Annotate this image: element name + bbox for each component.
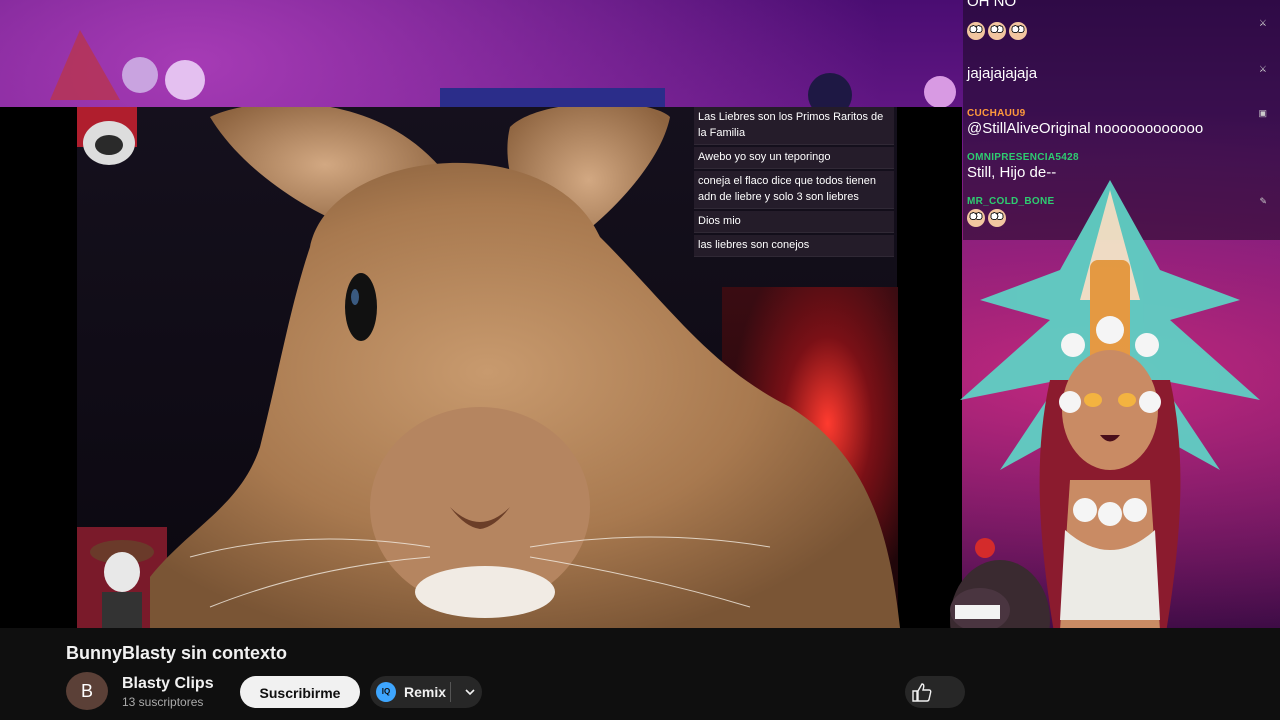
thumbs-up-icon [912,683,932,702]
remix-label: Remix [404,684,447,700]
channel-name[interactable]: Blasty Clips [122,675,214,693]
video-chat-message: las liebres son conejos [694,235,894,257]
mascot-top-left [77,107,137,165]
like-button[interactable] [905,676,965,708]
moderator-badge-icon: ⚔ [1258,64,1267,74]
chat-message: jajajajajaja ⚔ [967,64,1267,82]
channel-avatar[interactable]: B [66,672,108,710]
moderator-badge-icon: ⚔ [1258,18,1267,28]
emote-icon [988,22,1006,40]
emote-icon [1009,22,1027,40]
subscriber-count: 13 suscriptores [122,695,204,709]
subscribe-button[interactable]: Suscribirme [240,676,360,708]
remix-divider [450,682,451,702]
video-chat-message: Dios mio [694,211,894,233]
chat-message-cut: OH NO [967,0,1017,10]
sub-badge-icon: ▣ [1258,108,1267,118]
video-chat-message: coneja el flaco dice que todos tienen ad… [694,171,894,209]
video-chat-message: Las Liebres son los Primos Raritos de la… [694,107,894,145]
emote-row [967,22,1277,40]
chat-message: CUCHAUU9 @StillAliveOriginal noooooooooo… [967,108,1267,137]
video-chat-overlay: Las Liebres son los Primos Raritos de la… [694,107,894,259]
chat-message: ⚔ [967,18,1277,40]
emote-icon [967,22,985,40]
chevron-down-icon[interactable] [460,682,480,702]
remix-iq-icon: IQ [376,682,396,702]
video-chat-message: Awebo yo soy un teporingo [694,147,894,169]
remix-button[interactable]: IQ Remix [370,676,482,708]
video-title: BunnyBlasty sin contexto [66,643,288,663]
scene-top-decor [50,30,956,108]
